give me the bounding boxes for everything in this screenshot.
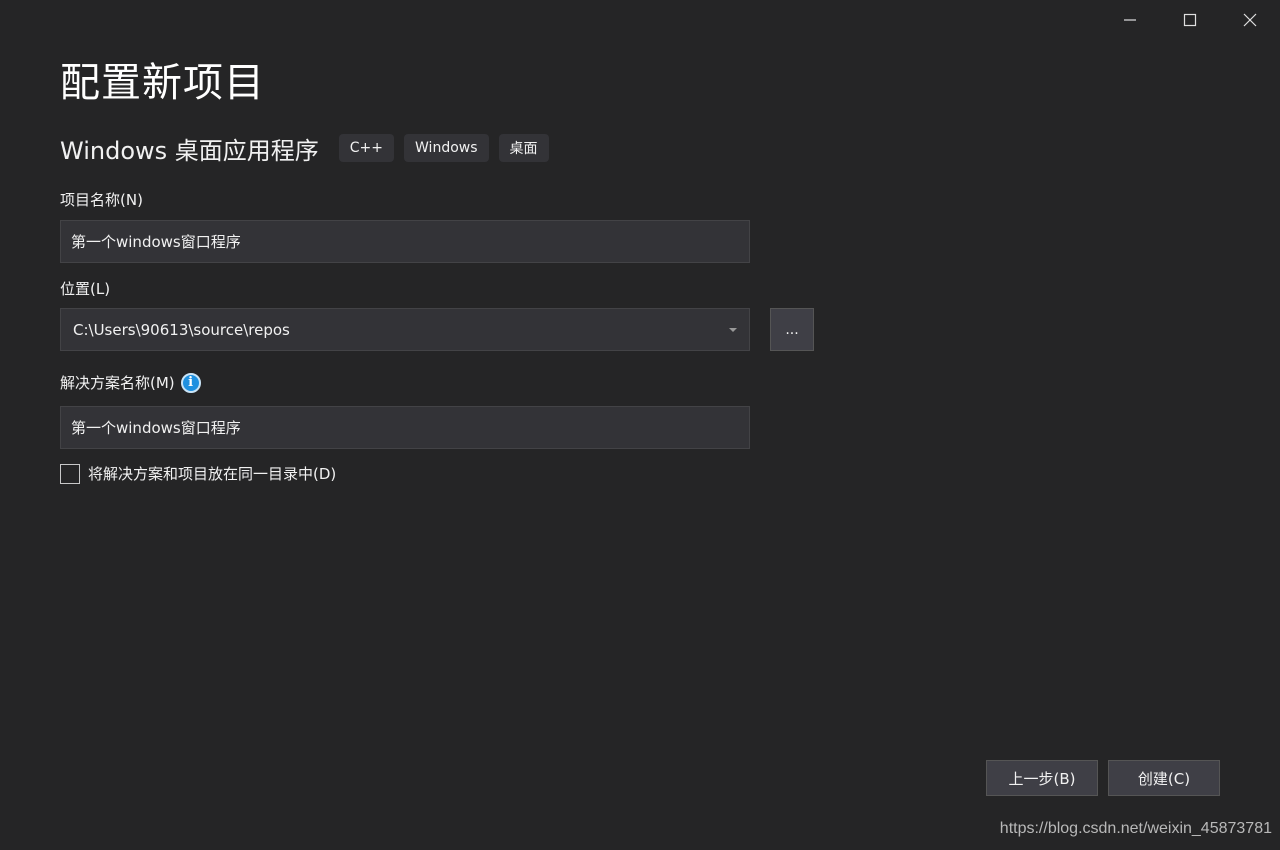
browse-button[interactable]: ... <box>770 308 814 351</box>
maximize-icon <box>1183 13 1197 27</box>
minimize-button[interactable] <box>1100 0 1160 40</box>
location-dropdown[interactable]: C:\Users\90613\source\repos <box>60 308 750 351</box>
chevron-down-icon <box>729 327 737 332</box>
tag-project-type: 桌面 <box>498 134 549 162</box>
template-header: Windows 桌面应用程序 C++ Windows 桌面 <box>60 132 559 165</box>
tag-language: C++ <box>338 134 395 162</box>
page-title: 配置新项目 <box>60 60 265 106</box>
watermark-text: https://blog.csdn.net/weixin_45873781 <box>999 820 1272 837</box>
tag-platform: Windows <box>404 134 489 162</box>
solution-name-label: 解决方案名称(M) <box>60 374 175 392</box>
create-button[interactable]: 创建(C) <box>1108 760 1220 796</box>
close-button[interactable] <box>1220 0 1280 40</box>
same-directory-option: 将解决方案和项目放在同一目录中(D) <box>60 463 336 484</box>
location-value: C:\Users\90613\source\repos <box>73 320 290 339</box>
project-name-label: 项目名称(N) <box>60 191 143 209</box>
maximize-button[interactable] <box>1160 0 1220 40</box>
same-directory-checkbox[interactable] <box>60 463 80 484</box>
project-name-input[interactable] <box>60 220 750 263</box>
info-icon[interactable]: i <box>180 372 201 393</box>
same-directory-label[interactable]: 将解决方案和项目放在同一目录中(D) <box>88 463 336 484</box>
location-label: 位置(L) <box>60 280 111 298</box>
configure-project-window: 配置新项目 Windows 桌面应用程序 C++ Windows 桌面 项目名称… <box>0 0 1280 850</box>
close-icon <box>1243 13 1257 27</box>
minimize-icon <box>1124 19 1136 21</box>
solution-name-input[interactable] <box>60 406 750 449</box>
template-name: Windows 桌面应用程序 <box>60 136 319 165</box>
back-button[interactable]: 上一步(B) <box>986 760 1098 796</box>
window-controls <box>1100 0 1280 40</box>
solution-name-label-row: 解决方案名称(M) i <box>60 372 201 393</box>
